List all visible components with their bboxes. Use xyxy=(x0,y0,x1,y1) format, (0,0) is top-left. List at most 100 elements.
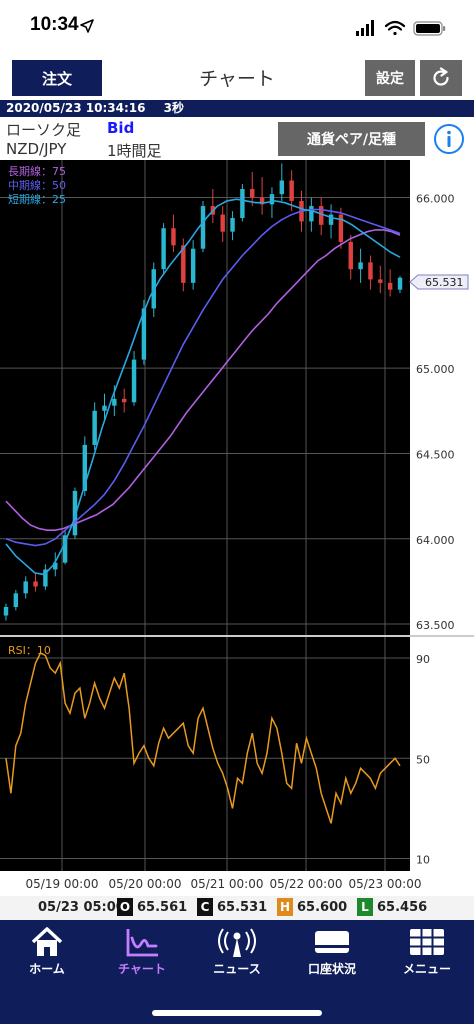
tab-menu[interactable]: メニュー xyxy=(387,926,467,986)
open-badge: O xyxy=(117,898,133,916)
candle-body xyxy=(161,228,166,270)
tab-menu-label: メニュー xyxy=(402,962,451,976)
bottom-tab-bar: ホーム チャート ニュース 口座状況 メニュー xyxy=(0,920,474,1024)
chart-area[interactable]: 66.000 65.000 64.500 64.000 63.500 90 50 10 05/… xyxy=(0,160,474,896)
x-tick-label: 05/20 00:00 xyxy=(109,877,182,891)
battery-icon xyxy=(413,21,446,36)
y-tick-label: 64.500 xyxy=(416,448,455,461)
menu-grid-icon xyxy=(410,929,444,955)
ohlc-date: 05/23 05:00 xyxy=(38,900,125,915)
tab-chart[interactable]: チャート xyxy=(102,926,182,986)
wifi-icon xyxy=(384,20,406,36)
refresh-button[interactable] xyxy=(420,60,462,96)
candle-body xyxy=(368,262,373,280)
candle-body xyxy=(348,241,353,270)
rsi-tick-label: 10 xyxy=(416,853,430,866)
candle-body xyxy=(240,189,245,219)
tab-home-label: ホーム xyxy=(29,962,65,976)
tab-news[interactable]: ニュース xyxy=(197,926,277,986)
pair-selector-button[interactable]: 通貨ペア/足種 xyxy=(278,122,425,156)
rsi-tick-label: 90 xyxy=(416,653,430,666)
ohlc-high: H 65.600 xyxy=(277,898,347,916)
candle-body xyxy=(131,359,137,403)
candle-body xyxy=(92,410,97,445)
current-price-tag: 65.531 xyxy=(425,276,464,289)
candle-body xyxy=(200,206,206,249)
candle-body xyxy=(220,214,225,232)
candle-body xyxy=(13,593,19,607)
ohlc-low: L 65.456 xyxy=(357,898,427,916)
info-icon[interactable] xyxy=(433,123,465,155)
home-indicator xyxy=(152,1010,322,1016)
price-tag: 65.531 xyxy=(409,274,469,290)
candle-body xyxy=(289,180,294,201)
candle-body xyxy=(309,206,314,222)
page-title: チャート xyxy=(199,68,275,90)
legend-long-ma: 長期線：75 xyxy=(8,164,66,178)
low-value: 65.456 xyxy=(377,899,428,915)
close-badge: C xyxy=(197,898,213,916)
tab-home[interactable]: ホーム xyxy=(7,926,87,986)
open-value: 65.561 xyxy=(137,899,188,915)
status-icons xyxy=(356,20,446,36)
candle-body xyxy=(387,282,393,290)
order-button[interactable]: 注文 xyxy=(12,60,102,96)
news-icon xyxy=(218,928,256,957)
price-type-label: Bid xyxy=(107,119,135,137)
candle-body xyxy=(33,581,38,587)
x-tick-label: 05/23 00:00 xyxy=(349,877,422,891)
symbol-label: NZD/JPY xyxy=(6,140,67,158)
candle-body xyxy=(378,279,383,283)
tab-chart-label: チャート xyxy=(118,962,166,976)
y-tick-label: 64.000 xyxy=(416,534,455,547)
candle-body xyxy=(190,248,196,283)
y-tick-label: 63.500 xyxy=(416,619,455,632)
candle-body xyxy=(112,398,117,406)
x-tick-label: 05/22 00:00 xyxy=(270,877,343,891)
tab-account-label: 口座状況 xyxy=(307,962,356,976)
period-label: 1時間足 xyxy=(107,142,162,160)
high-badge: H xyxy=(277,898,293,916)
legend-short-ma: 短期線：25 xyxy=(8,192,66,206)
update-datetime: 2020/05/23 10:34:16 xyxy=(6,101,146,115)
close-value: 65.531 xyxy=(217,899,268,915)
home-icon xyxy=(31,927,63,956)
tab-account[interactable]: 口座状況 xyxy=(292,926,372,986)
status-bar: 10:34 xyxy=(0,0,474,56)
candle-body xyxy=(269,194,275,205)
toolbar: 注文 チャート 設定 xyxy=(0,56,474,100)
y-tick-label: 66.000 xyxy=(416,193,455,206)
y-tick-label: 65.000 xyxy=(416,363,455,376)
candle-body xyxy=(397,277,403,290)
chart-type-label: ローソク足 xyxy=(6,121,82,139)
tab-news-label: ニュース xyxy=(213,962,261,976)
candle-body xyxy=(121,398,127,403)
update-interval: 3秒 xyxy=(163,101,184,115)
settings-button[interactable]: 設定 xyxy=(365,60,415,96)
signal-icon xyxy=(356,20,374,36)
candle-body xyxy=(358,262,363,270)
ohlc-close: C 65.531 xyxy=(197,898,267,916)
candle-body xyxy=(3,606,9,616)
high-value: 65.600 xyxy=(297,899,348,915)
candle-body xyxy=(230,218,235,232)
account-icon xyxy=(315,931,349,953)
candle-body xyxy=(23,581,28,594)
x-tick-labels: 05/19 00:00 05/20 00:00 05/21 00:00 05/22 0… xyxy=(26,877,422,891)
refresh-icon xyxy=(433,67,449,86)
candle-body xyxy=(279,180,285,195)
candle-body xyxy=(102,405,107,411)
candle-body xyxy=(171,228,176,246)
legend-rsi: RSI：10 xyxy=(8,644,51,657)
update-info-bar: 2020/05/23 10:34:16 3秒 xyxy=(0,100,474,117)
x-tick-label: 05/21 00:00 xyxy=(191,877,264,891)
ohlc-open: O 65.561 xyxy=(117,898,187,916)
candle-body xyxy=(250,189,255,198)
ohlc-row: 05/23 05:00 O 65.561 C 65.531 H 65.600 L… xyxy=(0,896,474,920)
chart-icon xyxy=(126,929,158,957)
low-badge: L xyxy=(357,898,373,916)
legend-mid-ma: 中期線：50 xyxy=(8,178,66,192)
rsi-tick-label: 50 xyxy=(416,753,430,766)
x-tick-label: 05/19 00:00 xyxy=(26,877,99,891)
location-arrow-icon xyxy=(80,19,94,33)
